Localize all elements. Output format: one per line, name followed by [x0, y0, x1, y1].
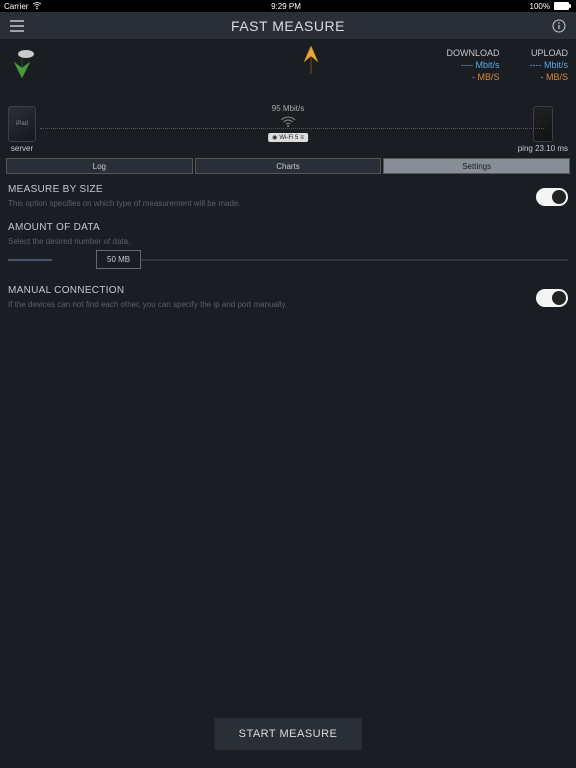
- measure-by-size-title: MEASURE BY SIZE: [8, 184, 568, 195]
- amount-slider[interactable]: 50 MB: [8, 250, 568, 269]
- amount-slider-handle[interactable]: 50 MB: [96, 250, 141, 269]
- download-mbs: - MB/S: [472, 72, 500, 82]
- download-label: DOWNLOAD: [446, 48, 499, 58]
- phone-icon: [533, 106, 553, 142]
- setting-manual-connection: MANUAL CONNECTION If the devices can not…: [8, 285, 568, 309]
- wifi-signal-icon: [32, 2, 42, 10]
- tabs: Log Charts Settings: [6, 158, 570, 174]
- battery-icon: [554, 2, 572, 10]
- tab-charts[interactable]: Charts: [195, 158, 382, 174]
- menu-icon[interactable]: [10, 20, 24, 32]
- tab-log[interactable]: Log: [6, 158, 193, 174]
- upload-label: UPLOAD: [531, 48, 568, 58]
- nav-bar: FAST MEASURE: [0, 12, 576, 40]
- info-icon[interactable]: [552, 19, 566, 33]
- start-measure-button[interactable]: START MEASURE: [215, 718, 362, 750]
- client-device: ping 23.10 ms: [518, 106, 568, 153]
- wifi-icon: [279, 115, 297, 133]
- status-left: Carrier: [4, 2, 42, 11]
- upload-values: UPLOAD ---- Mbit/s - MB/S: [530, 48, 569, 82]
- download-arrow-col: [8, 48, 32, 78]
- wifi-badge: ◉ Wi-Fi 5 ≡: [268, 133, 308, 142]
- download-arrow-icon: [8, 48, 32, 78]
- status-right: 100%: [530, 2, 572, 11]
- setting-measure-by-size: MEASURE BY SIZE This option specifies on…: [8, 184, 568, 208]
- download-mbit: ---- Mbit/s: [461, 60, 500, 70]
- status-time: 9:29 PM: [271, 2, 301, 11]
- status-bar: Carrier 9:29 PM 100%: [0, 0, 576, 12]
- wifi-speed: 95 Mbit/s: [272, 104, 304, 113]
- setting-amount-of-data: AMOUNT OF DATA Select the desired number…: [8, 222, 568, 246]
- page-title: FAST MEASURE: [0, 18, 576, 34]
- upload-mbs: - MB/S: [540, 72, 568, 82]
- server-label: server: [11, 144, 33, 153]
- server-device: iPad server: [8, 106, 36, 153]
- tab-settings[interactable]: Settings: [383, 158, 570, 174]
- devices-row: iPad server 95 Mbit/s ◉ Wi-Fi 5 ≡ ping 2…: [0, 100, 576, 158]
- download-values: DOWNLOAD ---- Mbit/s - MB/S: [32, 48, 500, 82]
- measure-by-size-toggle[interactable]: [536, 188, 568, 206]
- carrier-label: Carrier: [4, 2, 28, 11]
- upload-mbit: ---- Mbit/s: [530, 60, 569, 70]
- ipad-icon: iPad: [8, 106, 36, 142]
- wifi-indicator: 95 Mbit/s ◉ Wi-Fi 5 ≡: [268, 104, 308, 142]
- amount-of-data-title: AMOUNT OF DATA: [8, 222, 568, 233]
- battery-percent: 100%: [530, 2, 550, 11]
- ping-label: ping 23.10 ms: [518, 144, 568, 153]
- manual-connection-toggle[interactable]: [536, 289, 568, 307]
- measure-by-size-desc: This option specifies on which type of m…: [8, 199, 568, 208]
- amount-of-data-desc: Select the desired number of data.: [8, 237, 568, 246]
- upload-arrow-icon: [300, 46, 324, 76]
- settings-body: MEASURE BY SIZE This option specifies on…: [0, 174, 576, 309]
- manual-connection-title: MANUAL CONNECTION: [8, 285, 568, 296]
- speed-section: DOWNLOAD ---- Mbit/s - MB/S UPLOAD ---- …: [0, 40, 576, 100]
- manual-connection-desc: If the devices can not find each other, …: [8, 300, 568, 309]
